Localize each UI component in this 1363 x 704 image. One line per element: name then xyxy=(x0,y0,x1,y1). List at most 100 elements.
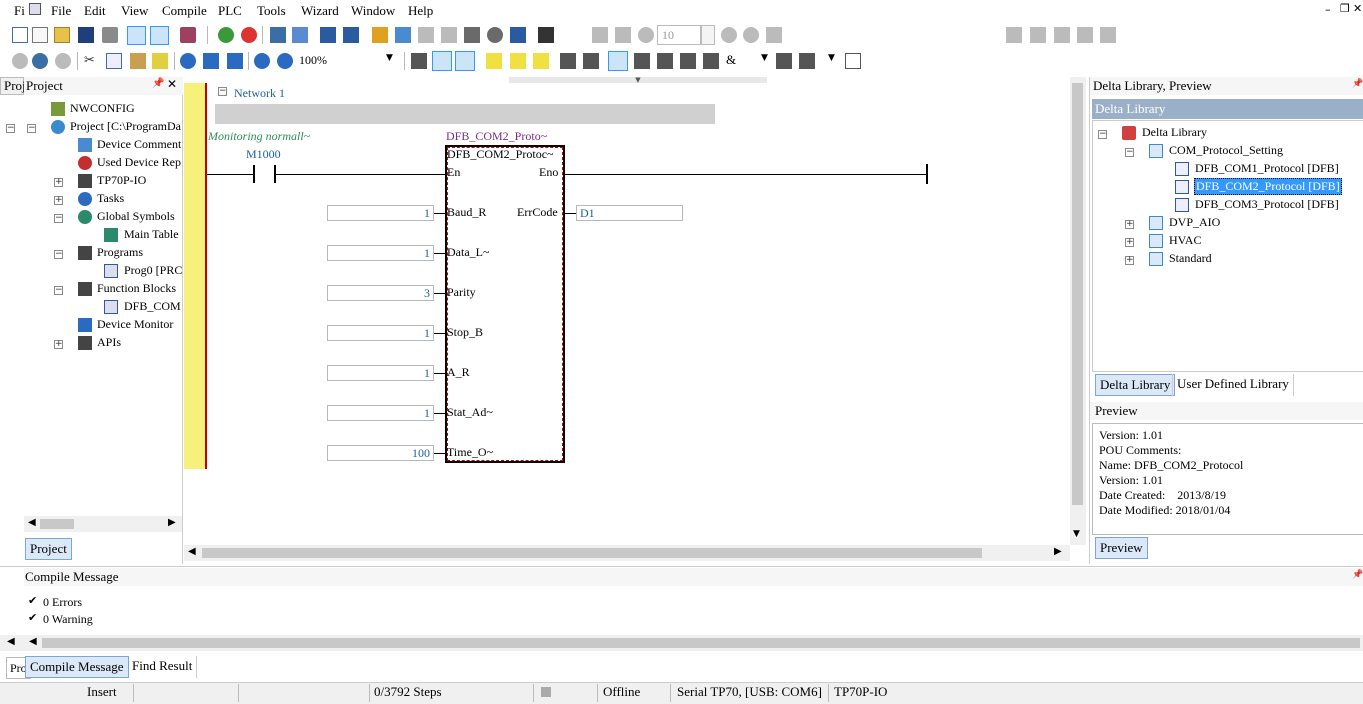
tree-delta-library[interactable]: Delta Library xyxy=(1142,125,1207,140)
counter-spinner[interactable] xyxy=(701,25,715,45)
scroll-left-icon[interactable]: ◀ xyxy=(188,546,196,557)
stop-icon[interactable] xyxy=(241,27,257,43)
input-value-data-l[interactable]: 1 xyxy=(327,245,434,261)
scroll-left-icon[interactable]: ◀ xyxy=(7,636,15,647)
menu-edit[interactable]: Edit xyxy=(84,3,106,19)
comment-3-icon[interactable] xyxy=(533,53,549,69)
tree-apis[interactable]: APIs xyxy=(97,335,121,350)
chevron-down-3-icon[interactable]: ▼ xyxy=(828,53,835,63)
contact-nc-icon[interactable] xyxy=(583,53,599,69)
editor-vscrollbar[interactable]: ▼ xyxy=(1070,77,1086,545)
output-value-errcode[interactable]: D1 xyxy=(576,205,683,221)
zoom-select[interactable]: 100% xyxy=(299,53,327,68)
pin-icon[interactable]: 📌 xyxy=(1352,79,1363,89)
layout-toggle-2-icon[interactable] xyxy=(150,26,169,45)
layout-a-icon[interactable] xyxy=(1006,27,1022,43)
layout-e-icon[interactable] xyxy=(1100,27,1116,43)
compile-hscrollbar[interactable]: ◀ ◀ xyxy=(0,635,1363,651)
layout-toggle-1-icon[interactable] xyxy=(127,26,146,45)
editor-top-splitter[interactable]: ▼ xyxy=(509,77,767,84)
replace-icon[interactable] xyxy=(227,53,243,69)
compile-all-icon[interactable] xyxy=(292,27,308,43)
pin-icon[interactable]: 📌 xyxy=(1352,570,1363,580)
expand-icon[interactable]: + xyxy=(54,178,63,187)
chevron-down-icon[interactable]: ▼ xyxy=(386,53,393,63)
compile-icon[interactable] xyxy=(270,27,286,43)
scroll-thumb[interactable] xyxy=(40,519,74,529)
counter-field[interactable]: 10 xyxy=(657,25,701,45)
tree-function-blocks[interactable]: Function Blocks xyxy=(97,281,176,296)
input-value-stop-b[interactable]: 1 xyxy=(327,325,434,341)
hscroll-thumb[interactable] xyxy=(202,548,982,558)
tree-used-device[interactable]: Used Device Rep xyxy=(97,155,181,170)
input-value-parity[interactable]: 3 xyxy=(327,285,434,301)
expand-icon[interactable]: + xyxy=(1125,238,1134,247)
comment-icon[interactable] xyxy=(486,53,502,69)
expand-icon[interactable]: + xyxy=(1125,256,1134,265)
tree-com-protocol-setting[interactable]: COM_Protocol_Setting xyxy=(1169,143,1283,158)
open-folder-icon[interactable] xyxy=(54,27,70,43)
zoom-in-icon[interactable] xyxy=(254,53,270,69)
expand-icon[interactable]: + xyxy=(54,196,63,205)
contact-label[interactable]: M1000 xyxy=(246,147,281,162)
network-label[interactable]: Network 1 xyxy=(234,86,285,101)
line-h-icon[interactable] xyxy=(634,53,650,69)
tree-dvp-aio[interactable]: DVP_AIO xyxy=(1169,215,1220,230)
tab-preview[interactable]: Preview xyxy=(1095,537,1148,559)
expand-icon[interactable]: + xyxy=(1125,220,1134,229)
eraser-icon[interactable] xyxy=(152,53,168,69)
scroll-left-icon[interactable]: ◀ xyxy=(29,636,37,647)
goto-icon[interactable] xyxy=(203,53,219,69)
zoom-out-icon[interactable] xyxy=(277,53,293,69)
network-collapse-icon[interactable]: − xyxy=(218,87,227,96)
tree-nwconfig[interactable]: NWCONFIG xyxy=(70,101,135,116)
collapse-icon[interactable]: − xyxy=(27,124,36,133)
close-icon[interactable]: ✕ xyxy=(1353,2,1362,15)
tree-project[interactable]: Project [C:\ProgramDa xyxy=(70,119,181,134)
ladder-c-icon[interactable] xyxy=(455,51,475,71)
menu-tools[interactable]: Tools xyxy=(257,3,286,19)
project-side-tab[interactable]: Proj xyxy=(0,77,26,95)
input-value-a-r[interactable]: 1 xyxy=(327,365,434,381)
menu-help[interactable]: Help xyxy=(408,3,433,19)
menu-window[interactable]: Window xyxy=(351,3,395,19)
tree-global-symbols[interactable]: Global Symbols xyxy=(97,209,175,224)
expand-icon[interactable]: + xyxy=(54,340,63,349)
fb-icon[interactable] xyxy=(703,53,719,69)
close-panel-icon[interactable]: ✕ xyxy=(167,77,177,91)
restore-icon[interactable]: ❐ xyxy=(1340,2,1350,15)
tree-main-table[interactable]: Main Table xyxy=(124,227,179,242)
transfer-icon[interactable] xyxy=(510,27,526,43)
collapse-icon[interactable]: − xyxy=(54,214,63,223)
settings-icon[interactable] xyxy=(487,27,503,43)
ladder-a-icon[interactable] xyxy=(411,53,427,69)
vline-icon[interactable] xyxy=(776,53,792,69)
fb-instance-name[interactable]: DFB_COM2_Proto~ xyxy=(446,129,547,144)
scroll-left-icon[interactable]: ◀ xyxy=(28,517,36,528)
tree-dfb-com[interactable]: DFB_COM xyxy=(124,299,181,314)
tree-standard[interactable]: Standard xyxy=(1169,251,1212,266)
device-icon[interactable] xyxy=(538,27,554,43)
tab-compile-message[interactable]: Compile Message xyxy=(25,656,129,678)
tree-dfb-com2-selected[interactable]: DFB_COM2_Protocol [DFB] xyxy=(1194,178,1342,195)
input-value-stat-ad[interactable]: 1 xyxy=(327,405,434,421)
cut-icon[interactable]: ✂ xyxy=(84,53,100,69)
collapse-icon[interactable]: − xyxy=(54,250,63,259)
collapse-icon[interactable]: − xyxy=(54,286,63,295)
menu-plc[interactable]: PLC xyxy=(218,3,242,19)
coil-icon[interactable] xyxy=(657,53,673,69)
book-icon[interactable] xyxy=(180,27,196,43)
new-file-icon[interactable] xyxy=(12,27,28,43)
tree-tp70p-io[interactable]: TP70P-IO xyxy=(97,173,146,188)
tree-dfb-com1[interactable]: DFB_COM1_Protocol [DFB] xyxy=(1195,161,1339,176)
branch-icon[interactable] xyxy=(680,53,696,69)
editor-hscrollbar[interactable]: ◀ ▶ xyxy=(184,545,1070,561)
tree-dfb-com3[interactable]: DFB_COM3_Protocol [DFB] xyxy=(1195,197,1339,212)
chevron-down-2-icon[interactable]: ▼ xyxy=(761,53,768,63)
download-icon[interactable] xyxy=(320,27,336,43)
online-edit-icon[interactable] xyxy=(395,27,411,43)
vscroll-thumb[interactable] xyxy=(1072,83,1083,505)
menu-wizard[interactable]: Wizard xyxy=(301,3,339,19)
menu-view[interactable]: View xyxy=(121,3,148,19)
monitor-icon[interactable] xyxy=(372,27,388,43)
